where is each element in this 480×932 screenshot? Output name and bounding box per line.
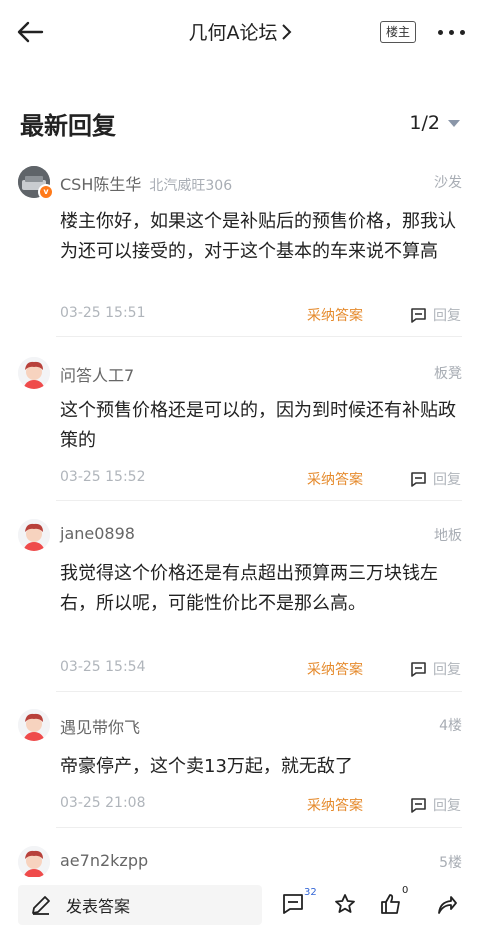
top-nav-bar: 几何A论坛 楼主: [0, 0, 480, 66]
reply-item: ae7n2kzpp 5楼: [0, 846, 480, 878]
reply-item: v CSH陈生华 北汽威旺306 沙发 楼主你好，如果这个是补贴后的预售价格，那我…: [0, 166, 480, 346]
username[interactable]: jane0898: [60, 524, 135, 543]
username[interactable]: 遇见带你飞: [60, 714, 140, 738]
reply-item: 问答人工7 板凳 这个预售价格还是可以的，因为到时候还有补贴政策的 03-25 …: [0, 357, 480, 502]
reply-button[interactable]: 回复: [410, 659, 461, 679]
username[interactable]: CSH陈生华 北汽威旺306: [60, 171, 232, 195]
avatar[interactable]: [18, 846, 50, 878]
divider: [56, 336, 462, 337]
reply-item: 遇见带你飞 4楼 帝豪停产，这个卖13万起，就无敌了 03-25 21:08 采…: [0, 709, 480, 834]
avatar[interactable]: [18, 519, 50, 551]
reply-button[interactable]: 回复: [410, 305, 461, 325]
comment-icon: [411, 471, 426, 487]
accept-answer-button[interactable]: 采纳答案: [307, 305, 363, 325]
user-car-tag: 北汽威旺306: [149, 178, 233, 194]
reply-label: 回复: [433, 662, 461, 678]
post-answer-label: 发表答案: [66, 897, 131, 916]
avatar[interactable]: [18, 709, 50, 741]
verified-badge-icon: v: [38, 184, 54, 200]
reply-time: 03-25 21:08: [60, 795, 146, 811]
dropdown-triangle-icon: [448, 119, 460, 127]
chevron-right-icon: [281, 24, 291, 40]
comment-icon[interactable]: [282, 893, 304, 915]
reply-label: 回复: [433, 308, 461, 324]
bottom-action-bar: 发表答案 32 0: [0, 877, 480, 932]
comment-icon: [411, 797, 426, 813]
username[interactable]: 问答人工7: [60, 362, 134, 386]
accept-answer-button[interactable]: 采纳答案: [307, 795, 363, 815]
reply-content: 这个预售价格还是可以的，因为到时候还有补贴政策的: [60, 400, 456, 451]
reply-button[interactable]: 回复: [410, 795, 461, 815]
comment-icon: [411, 661, 426, 677]
page-selector[interactable]: 1/2: [409, 112, 460, 134]
reply-label: 回复: [433, 798, 461, 814]
reply-content: 楼主你好，如果这个是补贴后的预售价格，那我认为还可以接受的，对于这个基本的车来说…: [60, 211, 456, 262]
reply-button[interactable]: 回复: [410, 469, 461, 489]
owner-only-toggle[interactable]: 楼主: [380, 21, 416, 43]
pencil-icon: [32, 896, 50, 915]
reply-time: 03-25 15:51: [60, 305, 146, 321]
reply-time: 03-25 15:52: [60, 469, 146, 485]
accept-answer-button[interactable]: 采纳答案: [307, 659, 363, 679]
section-title: 最新回复: [20, 112, 116, 140]
floor-label: 5楼: [439, 855, 462, 871]
star-icon[interactable]: [334, 893, 356, 915]
forum-title: 几何A论坛: [188, 22, 278, 44]
reply-label: 回复: [433, 472, 461, 488]
more-options-icon[interactable]: [438, 30, 465, 35]
floor-label: 地板: [434, 528, 462, 544]
reply-content: 帝豪停产，这个卖13万起，就无敌了: [60, 756, 353, 777]
username[interactable]: ae7n2kzpp: [60, 851, 148, 870]
floor-label: 板凳: [434, 366, 462, 382]
page-indicator: 1/2: [409, 112, 440, 134]
thumbs-up-icon[interactable]: [380, 893, 402, 915]
reply-item: jane0898 地板 我觉得这个价格还是有点超出预算两三万块钱左右，所以呢，可…: [0, 519, 480, 699]
share-icon[interactable]: [436, 893, 458, 915]
post-answer-input[interactable]: 发表答案: [18, 885, 262, 925]
divider: [56, 500, 462, 501]
floor-label: 沙发: [434, 175, 462, 191]
reply-time: 03-25 15:54: [60, 659, 146, 675]
accept-answer-button[interactable]: 采纳答案: [307, 469, 363, 489]
comment-count: 32: [304, 887, 317, 898]
divider: [56, 827, 462, 828]
reply-content: 我觉得这个价格还是有点超出预算两三万块钱左右，所以呢，可能性价比不是那么高。: [60, 563, 438, 614]
like-count: 0: [402, 885, 409, 896]
avatar[interactable]: [18, 357, 50, 389]
floor-label: 4楼: [439, 718, 462, 734]
comment-icon: [411, 307, 426, 323]
divider: [56, 691, 462, 692]
